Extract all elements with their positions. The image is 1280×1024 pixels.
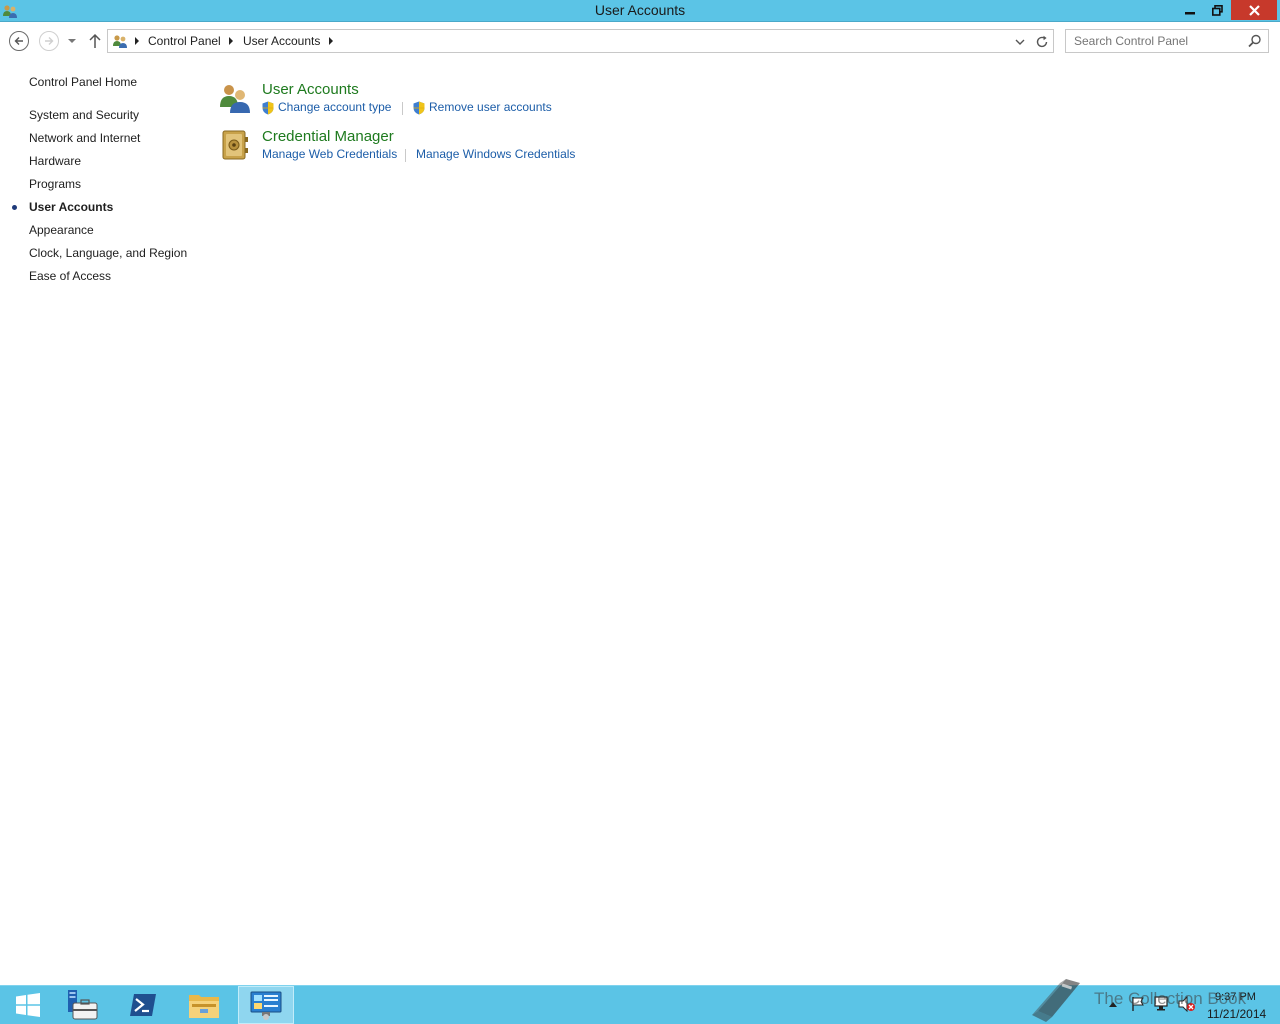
active-item-bullet (12, 205, 17, 210)
sidebar-item-clock-language-region[interactable]: Clock, Language, and Region (29, 246, 187, 260)
close-icon (1248, 4, 1260, 16)
credential-manager-icon[interactable] (218, 128, 252, 162)
recent-locations-dropdown-icon[interactable] (66, 35, 78, 47)
remove-user-accounts-link[interactable]: Remove user accounts (429, 100, 552, 114)
taskbar-powershell[interactable] (115, 986, 171, 1024)
manage-web-credentials-link[interactable]: Manage Web Credentials (262, 147, 397, 161)
book-icon (1032, 979, 1080, 1022)
user-accounts-title-link[interactable]: User Accounts (262, 81, 359, 98)
control-panel-icon (250, 991, 282, 1020)
start-button[interactable] (0, 986, 56, 1024)
taskbar-control-panel[interactable] (238, 986, 294, 1024)
up-arrow-icon[interactable] (88, 33, 102, 49)
minimize-icon (1185, 12, 1195, 15)
arrow-left-icon (14, 37, 23, 45)
title-bar: User Accounts (0, 0, 1280, 22)
manage-windows-credentials-link[interactable]: Manage Windows Credentials (416, 147, 575, 161)
window-title: User Accounts (594, 2, 686, 18)
address-history-dropdown-icon[interactable] (1014, 36, 1026, 48)
breadcrumb-chevron-icon[interactable] (328, 36, 334, 46)
breadcrumb-chevron-icon[interactable] (134, 36, 140, 46)
sidebar-item-ease-of-access[interactable]: Ease of Access (29, 269, 111, 283)
arrow-right-icon (45, 37, 54, 45)
watermark-text: The Collection Book (1094, 989, 1247, 1008)
sidebar-control-panel-home[interactable]: Control Panel Home (29, 75, 137, 89)
refresh-icon[interactable] (1034, 34, 1050, 50)
taskbar-server-manager[interactable] (54, 986, 110, 1024)
minimize-button[interactable] (1177, 0, 1203, 20)
watermark: The Collection Book (1028, 975, 1278, 1023)
breadcrumb-control-panel[interactable]: Control Panel (148, 34, 221, 48)
sidebar-item-user-accounts[interactable]: User Accounts (29, 200, 113, 214)
powershell-icon (130, 994, 156, 1016)
address-bar[interactable]: Control Panel User Accounts (107, 29, 1054, 53)
sidebar-item-programs[interactable]: Programs (29, 177, 81, 191)
search-input[interactable] (1074, 33, 1244, 49)
credential-manager-title-link[interactable]: Credential Manager (262, 128, 394, 145)
server-manager-icon (68, 990, 98, 1020)
file-explorer-icon (189, 995, 219, 1018)
sidebar-item-system-and-security[interactable]: System and Security (29, 108, 139, 122)
control-panel-location-icon (113, 35, 127, 48)
restore-icon (1211, 4, 1223, 16)
breadcrumb-chevron-icon[interactable] (228, 36, 234, 46)
navigation-bar: Control Panel User Accounts (0, 22, 1280, 60)
taskbar-file-explorer[interactable] (176, 986, 232, 1024)
sidebar-item-appearance[interactable]: Appearance (29, 223, 94, 237)
user-accounts-icon[interactable] (218, 81, 252, 115)
sidebar-item-hardware[interactable]: Hardware (29, 154, 81, 168)
sidebar-item-network-and-internet[interactable]: Network and Internet (29, 131, 140, 145)
search-icon[interactable] (1248, 34, 1262, 48)
uac-shield-icon (262, 101, 274, 115)
breadcrumb-user-accounts[interactable]: User Accounts (243, 34, 320, 48)
back-button[interactable] (9, 31, 29, 51)
restore-button[interactable] (1204, 0, 1230, 20)
start-icon (16, 993, 40, 1017)
forward-button[interactable] (39, 31, 59, 51)
uac-shield-icon (413, 101, 425, 115)
change-account-type-link[interactable]: Change account type (278, 100, 391, 114)
link-divider (405, 149, 406, 162)
search-box[interactable] (1065, 29, 1269, 53)
link-divider (402, 102, 403, 115)
close-button[interactable] (1231, 0, 1277, 20)
